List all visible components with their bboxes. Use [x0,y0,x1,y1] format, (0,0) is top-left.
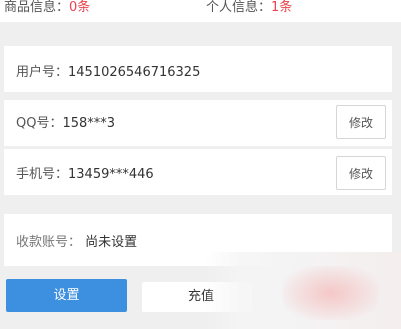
info-summary-bar: 商品信息：0条 个人信息：1条 [0,0,401,22]
personal-info-stat: 个人信息：1条 [206,0,292,15]
qq-value: 158***3 [62,116,116,131]
personal-info-count: 1条 [271,0,293,15]
goods-info-count: 0条 [69,0,91,15]
goods-info-label: 商品信息： [4,0,70,15]
qq-label: QQ号： [16,116,63,131]
qq-text: QQ号：158***3 [16,112,115,131]
watermark-logo [283,266,379,320]
payment-account-value: 尚未设置 [85,235,138,250]
settings-button[interactable]: 设置 [6,279,127,312]
edit-qq-button[interactable]: 修改 [336,105,386,139]
phone-label: 手机号： [16,167,69,182]
payment-account-label: 收款账号： [16,235,82,250]
qq-row: QQ号：158***3 修改 [4,100,392,146]
user-id-value: 1451026546716325 [68,65,201,80]
phone-row: 手机号：13459***446 修改 [4,149,392,195]
edit-phone-button[interactable]: 修改 [336,156,386,190]
personal-info-label: 个人信息： [206,0,272,15]
phone-value: 13459***446 [68,167,154,182]
phone-text: 手机号：13459***446 [16,163,154,182]
goods-info-stat: 商品信息：0条 [4,0,90,15]
user-id-label: 用户号： [16,65,69,80]
payment-account-text: 收款账号： 尚未设置 [16,231,137,250]
user-id-row: 用户号：1451026546716325 [4,46,392,92]
user-id-text: 用户号：1451026546716325 [16,61,200,80]
